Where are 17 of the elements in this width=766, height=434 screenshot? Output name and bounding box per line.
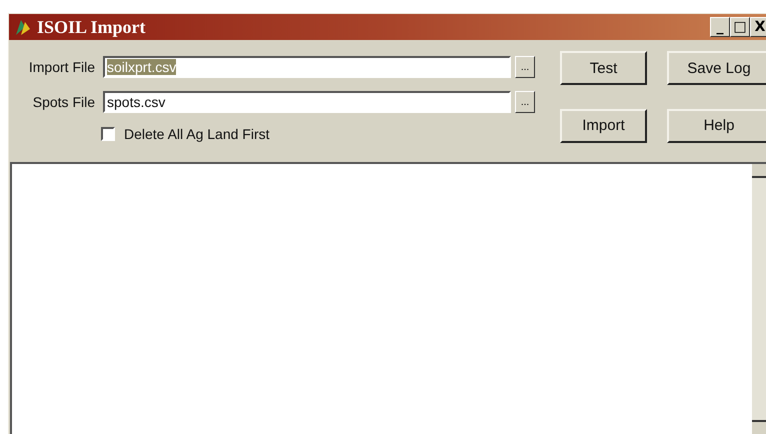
close-button[interactable]: X [750, 17, 766, 37]
window-title: ISOIL Import [37, 16, 146, 38]
browse-button[interactable]: ... [515, 56, 535, 78]
input-field[interactable]: soilxprt.csv [103, 56, 511, 78]
field-label: Import File [28, 59, 96, 75]
action-button[interactable]: Test [560, 51, 647, 85]
input-field[interactable]: spots.csv [103, 91, 511, 113]
action-button[interactable]: Import [560, 108, 647, 142]
minimize-button[interactable]: _ [710, 17, 730, 37]
scrollbar[interactable] [752, 164, 766, 434]
action-button[interactable]: Help [667, 108, 766, 142]
maximize-button[interactable]: □ [730, 17, 750, 37]
browse-button[interactable]: ... [515, 91, 535, 113]
field-label: Spots File [32, 94, 96, 110]
checkbox-label[interactable]: Delete All Ag Land First [124, 126, 270, 142]
checkbox[interactable] [101, 127, 115, 141]
action-button[interactable]: Save Log [667, 51, 766, 85]
